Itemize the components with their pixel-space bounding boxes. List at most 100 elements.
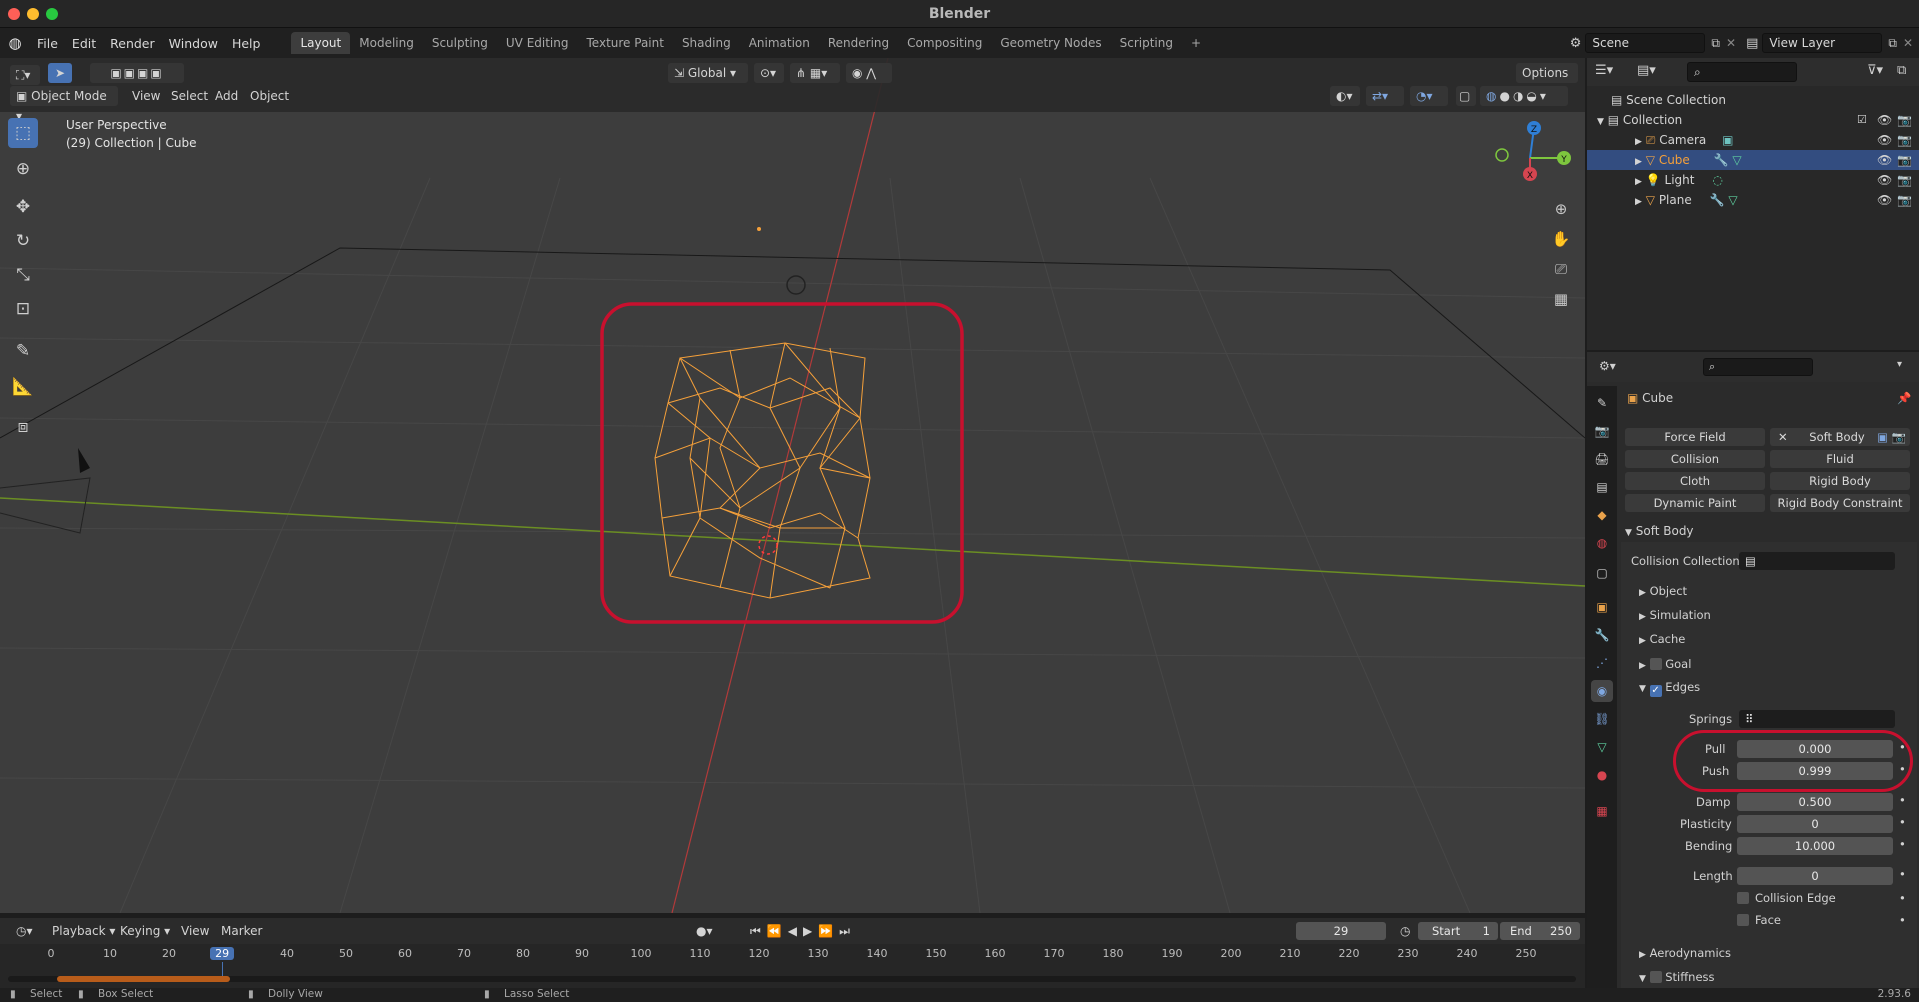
collection-tab-icon[interactable]: ▢	[1591, 562, 1613, 584]
physics-tab-icon[interactable]: ◉	[1591, 680, 1613, 702]
rigid-body-constraint-button[interactable]: Rigid Body Constraint	[1770, 494, 1910, 512]
blender-logo-icon[interactable]: ◍	[0, 34, 30, 52]
render-tab-icon[interactable]: 📷	[1591, 420, 1613, 442]
frame-ruler[interactable]: 0 10 20 29 40 50 60 70 80 90 100 110 120 130 140 150 160…	[0, 944, 1585, 980]
tool-tab-icon[interactable]: ✎	[1591, 392, 1613, 414]
render-camera-icon[interactable]: 📷	[1897, 130, 1912, 150]
material-tab-icon[interactable]: ●	[1591, 764, 1613, 786]
render-camera-icon[interactable]: 📷	[1897, 190, 1912, 210]
bending-field[interactable]: 10.000	[1737, 837, 1893, 855]
data-tab-icon[interactable]: ▽	[1591, 736, 1613, 758]
modifier-wrench-icon[interactable]: 🔧	[1714, 153, 1729, 167]
timeline[interactable]: ◷▾ Playback ▾ Keying ▾ View Marker ●▾ ⏮⏪…	[0, 918, 1585, 988]
hide-eye-icon[interactable]: 👁	[1877, 150, 1892, 170]
hide-eye-icon[interactable]: 👁	[1877, 130, 1892, 150]
rigid-body-button[interactable]: Rigid Body	[1770, 472, 1910, 490]
remove-soft-body-icon[interactable]: ✕	[1778, 430, 1788, 444]
exclude-checkbox[interactable]: ☑	[1857, 110, 1867, 130]
viewport-menu-object[interactable]: Object	[244, 86, 295, 106]
view-layer-tab-icon[interactable]: ▤	[1591, 476, 1613, 498]
delete-scene-icon[interactable]: ✕	[1726, 36, 1742, 50]
menu-render[interactable]: Render	[103, 36, 162, 51]
overlay-toggle-icon[interactable]: ◔▾	[1410, 86, 1448, 106]
subpanel-stiffness[interactable]: ▼ Stiffness	[1639, 969, 1715, 984]
outliner-item-light[interactable]: ▶ 💡 Light ◌ 👁 📷	[1587, 170, 1919, 190]
timeline-scrollbar[interactable]	[8, 976, 1576, 982]
expand-arrow-icon[interactable]: ▶	[1635, 157, 1642, 167]
view-layer-icon[interactable]: ▤	[1742, 36, 1762, 51]
timeline-menu-playback[interactable]: Playback ▾	[46, 921, 121, 941]
xray-toggle-icon[interactable]: ▢	[1456, 86, 1476, 106]
playback-controls[interactable]: ⏮⏪◀▶⏩⏭	[744, 921, 864, 941]
new-view-layer-icon[interactable]: ⧉	[1882, 36, 1903, 51]
view-layer-field[interactable]: View Layer	[1762, 33, 1883, 53]
hide-eye-icon[interactable]: 👁	[1877, 190, 1892, 210]
outliner-item-camera[interactable]: ▶ ⎚ Camera ▣ 👁 📷	[1587, 130, 1919, 150]
length-keyframe-dot-icon[interactable]: •	[1899, 867, 1906, 881]
current-frame-field[interactable]: 29	[1296, 922, 1386, 940]
viewport-menu-add[interactable]: Add	[209, 86, 244, 106]
pin-icon[interactable]: 📌	[1897, 391, 1911, 405]
world-tab-icon[interactable]: ◍	[1591, 532, 1613, 554]
menu-file[interactable]: File	[30, 36, 65, 51]
hide-eye-icon[interactable]: 👁	[1877, 110, 1892, 130]
camera-view-icon[interactable]: ⎚	[1548, 256, 1574, 282]
expand-arrow-icon[interactable]: ▼	[1597, 117, 1604, 127]
scene-field[interactable]: Scene	[1585, 33, 1706, 53]
playhead-frame-indicator[interactable]: 29	[210, 947, 235, 960]
measure-tool-icon[interactable]: 📐	[8, 372, 38, 402]
subpanel-cache[interactable]: ▶ Cache	[1639, 632, 1685, 646]
editor-type-icon[interactable]: ⛶▾	[10, 65, 40, 85]
3d-cursor[interactable]	[758, 535, 778, 555]
gizmo-toggle-icon[interactable]: ⇄▾	[1366, 86, 1404, 106]
subpanel-goal[interactable]: ▶ Goal	[1639, 656, 1691, 671]
constraints-tab-icon[interactable]: ⛓	[1591, 708, 1613, 730]
cursor-tool-icon[interactable]: ⊕	[8, 154, 38, 184]
render-camera-icon[interactable]: 📷	[1897, 110, 1912, 130]
camera-data-icon[interactable]: ▣	[1722, 133, 1733, 147]
bending-keyframe-dot-icon[interactable]: •	[1899, 837, 1906, 851]
rotate-tool-icon[interactable]: ↻	[8, 226, 38, 256]
subpanel-object[interactable]: ▶ Object	[1639, 584, 1687, 598]
render-camera-icon[interactable]: 📷	[1897, 150, 1912, 170]
new-scene-icon[interactable]: ⧉	[1705, 36, 1726, 51]
end-frame-field[interactable]: End 250	[1500, 922, 1580, 940]
outliner-item-plane[interactable]: ▶ ▽ Plane 🔧 ▽ 👁 📷	[1587, 190, 1919, 210]
cube-wireframe[interactable]	[654, 342, 871, 599]
tab-modeling[interactable]: Modeling	[350, 32, 423, 54]
mesh-data-icon[interactable]: ▽	[1728, 193, 1737, 207]
tab-compositing[interactable]: Compositing	[898, 32, 991, 54]
shading-modes[interactable]: ◍●◑◒▾	[1480, 86, 1568, 106]
plasticity-field[interactable]: 0	[1737, 815, 1893, 833]
force-field-button[interactable]: Force Field	[1625, 428, 1765, 446]
options-dropdown[interactable]: Options ▾	[1516, 63, 1578, 100]
light-data-icon[interactable]: ◌	[1712, 173, 1722, 187]
tab-animation[interactable]: Animation	[740, 32, 819, 54]
subpanel-aerodynamics[interactable]: ▶ Aerodynamics	[1639, 946, 1731, 960]
pivot-icon[interactable]: ⊙▾	[754, 63, 784, 83]
selection-modes[interactable]: ▣▣▣▣	[90, 63, 184, 83]
expand-arrow-icon[interactable]: ▶	[1635, 177, 1642, 187]
menu-help[interactable]: Help	[225, 36, 268, 51]
menu-window[interactable]: Window	[162, 36, 225, 51]
delete-view-layer-icon[interactable]: ✕	[1903, 36, 1919, 50]
select-box-tool-icon[interactable]: ⬚	[8, 118, 38, 148]
transform-tool-icon[interactable]: ⊡	[8, 294, 38, 324]
properties-search-input[interactable]: ⌕	[1703, 358, 1813, 376]
viewport-menu-select[interactable]: Select	[165, 86, 214, 106]
scale-tool-icon[interactable]: ⤡	[8, 260, 38, 290]
stiffness-checkbox[interactable]	[1649, 971, 1662, 983]
collision-edge-checkbox[interactable]	[1737, 892, 1749, 904]
pan-hand-icon[interactable]: ✋	[1548, 226, 1574, 252]
properties-editor-type-icon[interactable]: ⚙▾	[1599, 359, 1616, 373]
tab-texture-paint[interactable]: Texture Paint	[578, 32, 673, 54]
face-checkbox[interactable]	[1737, 914, 1749, 926]
add-cube-tool-icon[interactable]: ⧈	[8, 412, 38, 442]
display-mode-icon[interactable]: ▤▾	[1637, 63, 1656, 78]
tab-shading[interactable]: Shading	[673, 32, 740, 54]
tab-geometry-nodes[interactable]: Geometry Nodes	[991, 32, 1110, 54]
menu-edit[interactable]: Edit	[65, 36, 103, 51]
dynamic-paint-button[interactable]: Dynamic Paint	[1625, 494, 1765, 512]
new-collection-icon[interactable]: ⧉	[1897, 63, 1906, 78]
plasticity-keyframe-dot-icon[interactable]: •	[1899, 815, 1906, 829]
